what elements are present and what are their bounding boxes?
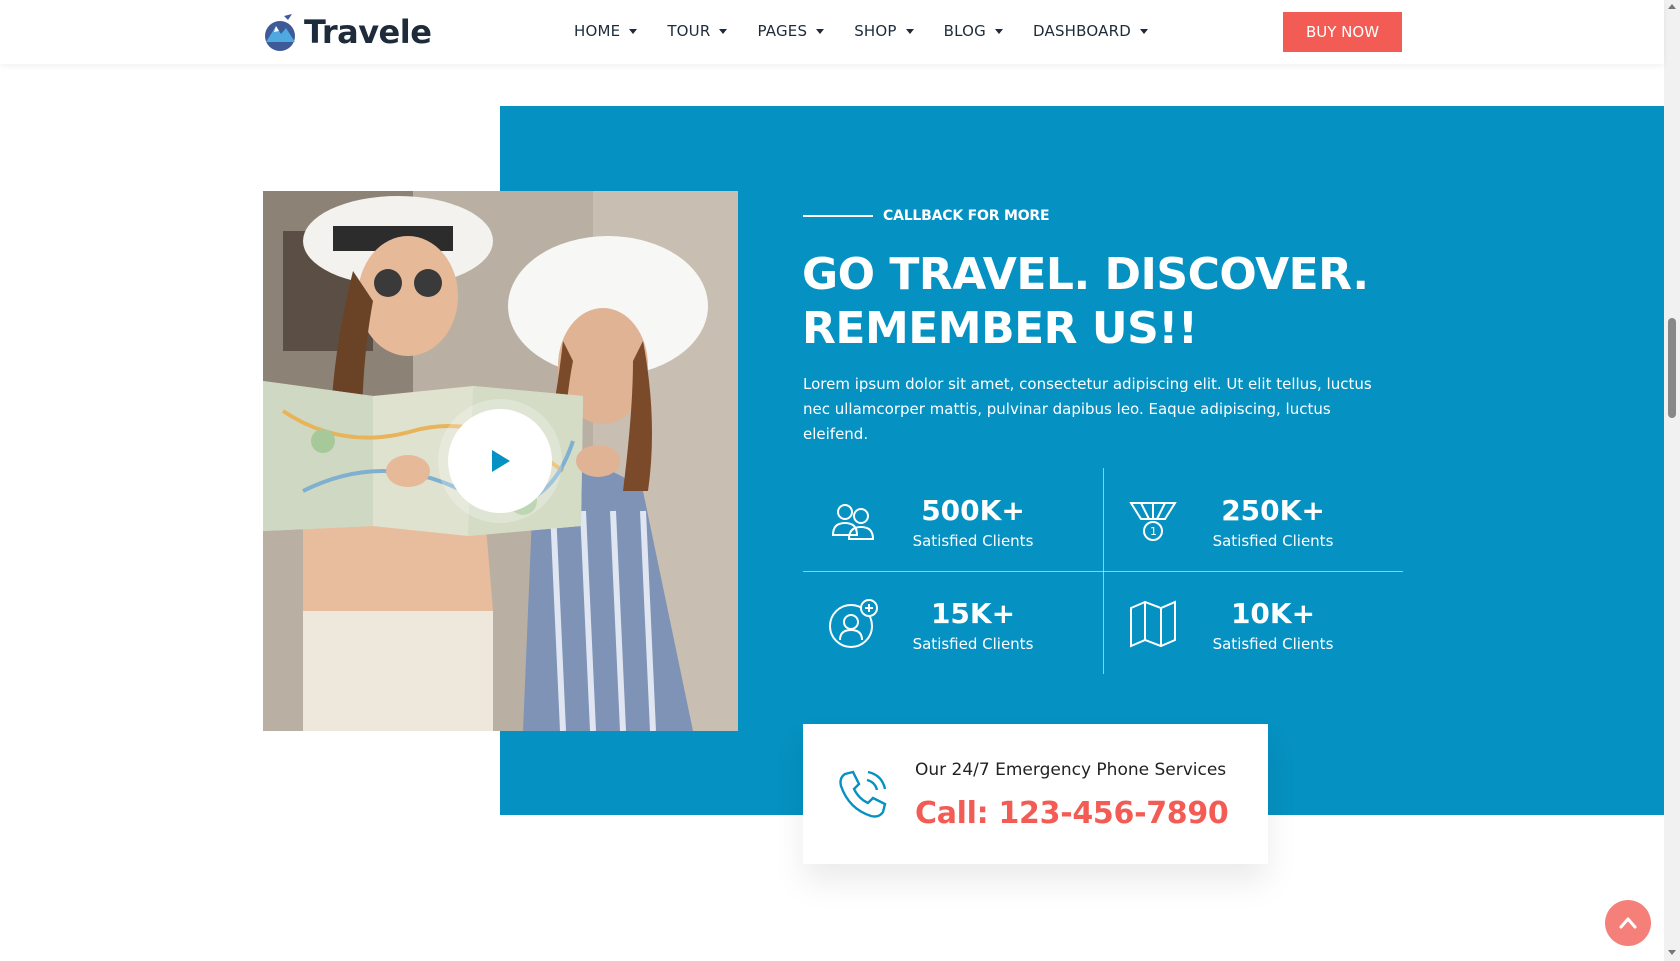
headline-line-2: REMEMBER US!! bbox=[802, 303, 1198, 354]
nav-item-dashboard[interactable]: DASHBOARD bbox=[1033, 22, 1148, 40]
brand-name: Travele bbox=[304, 13, 432, 51]
main-nav: HOME TOUR PAGES SHOP BLOG DASHBOARD bbox=[574, 0, 1178, 62]
logo[interactable]: Travele bbox=[262, 10, 432, 54]
page-scrollbar[interactable] bbox=[1664, 0, 1680, 961]
nav-label: BLOG bbox=[943, 22, 986, 40]
stat-label: Satisfied Clients bbox=[912, 532, 1034, 550]
video-play-button[interactable] bbox=[448, 409, 552, 513]
stat-label: Satisfied Clients bbox=[1212, 635, 1334, 653]
section-description: Lorem ipsum dolor sit amet, consectetur … bbox=[803, 375, 1372, 443]
stat-value: 500K+ bbox=[921, 494, 1025, 527]
stat-item: 15K+ Satisfied Clients bbox=[803, 571, 1103, 674]
nav-item-home[interactable]: HOME bbox=[574, 22, 638, 40]
stat-value: 15K+ bbox=[930, 597, 1016, 630]
section-headline: GO TRAVEL. DISCOVER. REMEMBER US!! bbox=[802, 248, 1422, 356]
user-plus-icon bbox=[829, 599, 878, 648]
site-header: Travele HOME TOUR PAGES SHOP BLOG DASHBO… bbox=[0, 0, 1664, 64]
nav-item-shop[interactable]: SHOP bbox=[854, 22, 914, 40]
caret-down-icon bbox=[995, 28, 1003, 34]
map-icon bbox=[1130, 600, 1176, 648]
stat-label: Satisfied Clients bbox=[912, 635, 1034, 653]
call-title: Our 24/7 Emergency Phone Services bbox=[915, 760, 1227, 780]
stat-label: Satisfied Clients bbox=[1212, 532, 1334, 550]
caret-down-icon bbox=[816, 28, 825, 34]
nav-item-blog[interactable]: BLOG bbox=[944, 22, 1003, 40]
call-phone-link[interactable]: Call: 123-456-7890 bbox=[915, 796, 1229, 831]
emergency-call-card: Our 24/7 Emergency Phone Services Call: … bbox=[803, 724, 1268, 864]
stat-item: 10K+ Satisfied Clients bbox=[1103, 571, 1403, 674]
caret-down-icon bbox=[1139, 28, 1148, 34]
nav-item-tour[interactable]: TOUR bbox=[667, 22, 728, 40]
stat-value: 10K+ bbox=[1230, 597, 1316, 630]
caret-down-icon bbox=[905, 28, 914, 34]
nav-item-pages[interactable]: PAGES bbox=[757, 22, 825, 40]
eyebrow-line bbox=[803, 215, 873, 217]
medal-icon: 1 bbox=[1129, 502, 1177, 541]
section-eyebrow: CALLBACK FOR MORE bbox=[803, 208, 1050, 224]
stats-grid: 500K+ Satisfied Clients 1 250K+ Satisfie… bbox=[803, 468, 1403, 674]
stat-item: 1 250K+ Satisfied Clients bbox=[1103, 468, 1403, 571]
caret-down-icon bbox=[629, 28, 638, 34]
buy-now-button[interactable]: BUY NOW bbox=[1283, 12, 1402, 52]
headline-line-1: GO TRAVEL. DISCOVER. bbox=[802, 249, 1369, 300]
nav-label: TOUR bbox=[667, 22, 711, 40]
nav-label: SHOP bbox=[854, 22, 897, 40]
play-icon bbox=[492, 450, 510, 472]
nav-label: HOME bbox=[574, 22, 621, 40]
stat-item: 500K+ Satisfied Clients bbox=[803, 468, 1103, 571]
back-to-top-button[interactable] bbox=[1605, 900, 1651, 946]
phone-icon bbox=[839, 770, 887, 818]
users-icon bbox=[831, 504, 875, 540]
stat-value: 250K+ bbox=[1221, 494, 1325, 527]
svg-text:1: 1 bbox=[1150, 525, 1157, 538]
logo-mountain-icon bbox=[265, 14, 295, 51]
eyebrow-text: CALLBACK FOR MORE bbox=[883, 208, 1050, 224]
scrollbar-thumb[interactable] bbox=[1668, 318, 1676, 418]
nav-label: DASHBOARD bbox=[1033, 22, 1131, 40]
scroll-down-arrow-icon[interactable] bbox=[1668, 950, 1676, 955]
caret-down-icon bbox=[719, 28, 728, 34]
nav-label: PAGES bbox=[757, 22, 808, 40]
scroll-up-arrow-icon[interactable] bbox=[1668, 4, 1676, 9]
chevron-up-icon bbox=[1619, 917, 1637, 929]
